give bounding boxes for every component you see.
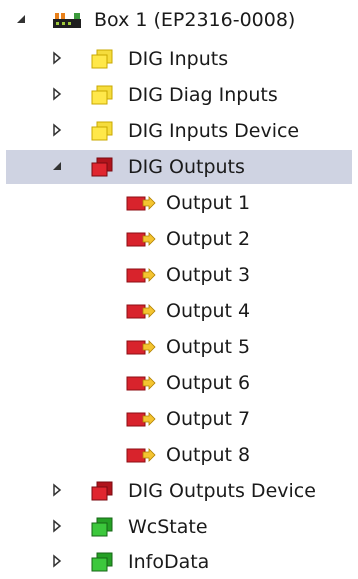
- output-variable-icon: [126, 232, 156, 247]
- output-variable-icon: [126, 448, 156, 463]
- tree-node-label: Output 4: [166, 300, 251, 322]
- tree-node-dig-inputs-device[interactable]: DIG Inputs Device: [0, 114, 358, 148]
- output-variable-icon: [126, 196, 156, 211]
- tree-node-output-7[interactable]: Output 7: [0, 402, 358, 436]
- tree-node-label: Output 7: [166, 408, 251, 430]
- tree-node-output-8[interactable]: Output 8: [0, 438, 358, 472]
- tree-node-label: DIG Diag Inputs: [128, 84, 278, 106]
- tree-node-label: Output 6: [166, 372, 251, 394]
- tree-node-dig-diag-inputs[interactable]: DIG Diag Inputs: [0, 78, 358, 112]
- collapsed-arrow-icon[interactable]: [50, 554, 64, 568]
- tree-node-output-1[interactable]: Output 1: [0, 186, 358, 220]
- output-variable-icon: [126, 412, 156, 427]
- collapsed-arrow-icon[interactable]: [50, 51, 64, 65]
- tree-node-label: DIG Inputs: [128, 48, 229, 70]
- output-group-icon: [91, 481, 113, 501]
- collapsed-arrow-icon[interactable]: [50, 87, 64, 101]
- tree-node-label: Output 2: [166, 228, 251, 250]
- tree-node-label: Output 3: [166, 264, 251, 286]
- expanded-arrow-icon[interactable]: [14, 12, 28, 26]
- expanded-arrow-icon[interactable]: [50, 159, 64, 173]
- tree-node-label: DIG Outputs: [128, 156, 245, 178]
- tree-node-box1[interactable]: Box 1 (EP2316-0008): [0, 3, 358, 37]
- tree-node-output-5[interactable]: Output 5: [0, 330, 358, 364]
- output-variable-icon: [126, 376, 156, 391]
- tree-node-output-4[interactable]: Output 4: [0, 294, 358, 328]
- input-group-icon: [91, 49, 113, 69]
- status-group-icon: [91, 552, 113, 572]
- input-group-icon: [91, 121, 113, 141]
- output-variable-icon: [126, 304, 156, 319]
- collapsed-arrow-icon[interactable]: [50, 483, 64, 497]
- output-variable-icon: [126, 268, 156, 283]
- device-box-icon: [53, 13, 81, 28]
- tree-node-infodata[interactable]: InfoData: [0, 545, 358, 579]
- io-tree: Box 1 (EP2316-0008) DIG Inputs DIG Diag …: [0, 0, 358, 579]
- tree-node-label: DIG Inputs Device: [128, 120, 300, 142]
- tree-node-dig-inputs[interactable]: DIG Inputs: [0, 42, 358, 76]
- input-group-icon: [91, 85, 113, 105]
- tree-node-label: WcState: [128, 516, 208, 538]
- tree-node-dig-outputs-device[interactable]: DIG Outputs Device: [0, 474, 358, 508]
- tree-node-label: Box 1 (EP2316-0008): [94, 9, 296, 31]
- tree-node-output-2[interactable]: Output 2: [0, 222, 358, 256]
- tree-node-label: Output 1: [166, 192, 251, 214]
- tree-node-dig-outputs[interactable]: DIG Outputs: [6, 150, 352, 184]
- output-group-icon: [91, 157, 113, 177]
- tree-node-output-3[interactable]: Output 3: [0, 258, 358, 292]
- tree-node-wcstate[interactable]: WcState: [0, 510, 358, 544]
- tree-node-label: Output 5: [166, 336, 251, 358]
- collapsed-arrow-icon[interactable]: [50, 519, 64, 533]
- output-variable-icon: [126, 340, 156, 355]
- tree-node-output-6[interactable]: Output 6: [0, 366, 358, 400]
- tree-node-label: DIG Outputs Device: [128, 480, 316, 502]
- collapsed-arrow-icon[interactable]: [50, 123, 64, 137]
- tree-node-label: Output 8: [166, 444, 251, 466]
- status-group-icon: [91, 517, 113, 537]
- tree-node-label: InfoData: [128, 551, 210, 573]
